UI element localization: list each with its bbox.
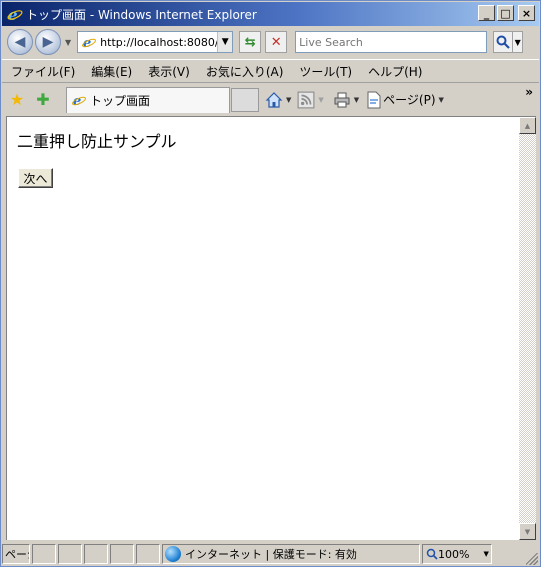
page-menu-label: ページ(P) [383,93,436,107]
feeds-icon [297,91,315,108]
globe-icon [165,546,181,562]
status-panel [32,544,56,564]
page-content: 二重押し防止サンプル 次へ [6,116,519,540]
window-title: トップ画面 - Windows Internet Explorer [26,7,257,22]
browser-window: e トップ画面 - Windows Internet Explorer _ □ … [0,0,541,567]
feeds-dropdown-icon[interactable]: ▼ [318,96,323,104]
address-url[interactable]: http://localhost:8080/S [100,36,217,49]
add-favorite-icon[interactable]: ✚ [34,90,52,109]
status-text: ページ [2,544,30,564]
tab-favicon-icon: e [71,92,87,109]
page-favicon-icon: e [81,34,97,51]
tab-bar: ★ ✚ e トップ画面 ▼ ▼ ▼ ページ(P) ▼ » [2,85,539,114]
page-heading: 二重押し防止サンプル [17,132,177,151]
vertical-scrollbar[interactable]: ▲ ▼ [519,116,536,540]
print-icon [334,92,350,107]
search-options-dropdown[interactable]: ▼ [513,31,524,53]
menu-edit[interactable]: 編集(E) [83,63,140,80]
new-tab-button[interactable] [231,87,259,112]
menu-help[interactable]: ヘルプ(H) [360,63,430,80]
ie-logo-icon: e [6,5,24,23]
search-button[interactable] [493,31,514,53]
favorites-star-icon[interactable]: ★ [8,90,26,109]
menu-favorites[interactable]: お気に入り(A) [198,63,292,80]
zoom-control[interactable]: 100% ▼ [422,544,492,564]
zoom-dropdown-icon[interactable]: ▼ [483,550,488,558]
title-bar: e トップ画面 - Windows Internet Explorer _ □ … [2,2,539,26]
zoom-level: 100% [438,547,470,561]
tab-top-page[interactable]: e トップ画面 [66,86,230,113]
status-panel [136,544,160,564]
more-commands-button[interactable]: » [525,85,533,99]
back-arrow-icon: ◀ [14,34,26,50]
address-field[interactable]: e http://localhost:8080/S ▼ [77,31,234,53]
stop-icon: ✕ [270,34,282,50]
next-button[interactable]: 次へ [18,168,53,188]
feeds-command[interactable]: ▼ [297,91,326,109]
status-panel [84,544,108,564]
search-input[interactable] [296,34,487,50]
forward-button[interactable]: ▶ [35,29,61,55]
forward-arrow-icon: ▶ [42,34,54,50]
home-dropdown-icon[interactable]: ▼ [286,96,291,104]
minimize-button[interactable]: _ [478,5,495,21]
address-toolbar: ◀ ▶ ▼ e http://localhost:8080/S ▼ ⇆ ✕ ▼ [2,26,539,58]
menu-tools[interactable]: ツール(T) [291,63,360,80]
stop-button[interactable]: ✕ [265,31,288,53]
refresh-button[interactable]: ⇆ [239,31,262,53]
back-button[interactable]: ◀ [7,29,33,55]
status-panel [58,544,82,564]
scroll-down-button[interactable]: ▼ [519,523,536,540]
scroll-up-button[interactable]: ▲ [519,117,536,134]
status-panel [110,544,134,564]
menu-file[interactable]: ファイル(F) [2,63,83,80]
print-dropdown-icon[interactable]: ▼ [354,96,359,104]
page-icon [367,91,381,108]
search-field[interactable] [295,31,488,53]
history-dropdown[interactable]: ▼ [65,38,71,47]
zoom-icon [426,548,438,560]
menu-bar: ファイル(F) 編集(E) 表示(V) お気に入り(A) ツール(T) ヘルプ(… [2,59,539,83]
home-icon [265,91,283,108]
security-zone[interactable]: インターネット | 保護モード: 有効 [162,544,420,564]
menu-view[interactable]: 表示(V) [140,63,198,80]
status-bar: ページ インターネット | 保護モード: 有効 100% ▼ [2,542,539,566]
print-command[interactable]: ▼ [333,91,359,109]
maximize-button[interactable]: □ [497,5,514,21]
resize-grip[interactable] [526,553,538,565]
page-dropdown-icon[interactable]: ▼ [439,96,444,104]
close-button[interactable]: × [518,5,535,21]
window-controls: _ □ × [478,5,535,21]
home-command[interactable]: ▼ [265,91,291,109]
security-zone-label: インターネット | 保護モード: 有効 [185,548,357,561]
page-menu[interactable]: ページ(P) ▼ [365,91,444,109]
refresh-icon: ⇆ [244,34,256,50]
search-icon [496,35,510,49]
tab-label: トップ画面 [90,93,151,108]
address-dropdown-icon[interactable]: ▼ [217,32,233,52]
